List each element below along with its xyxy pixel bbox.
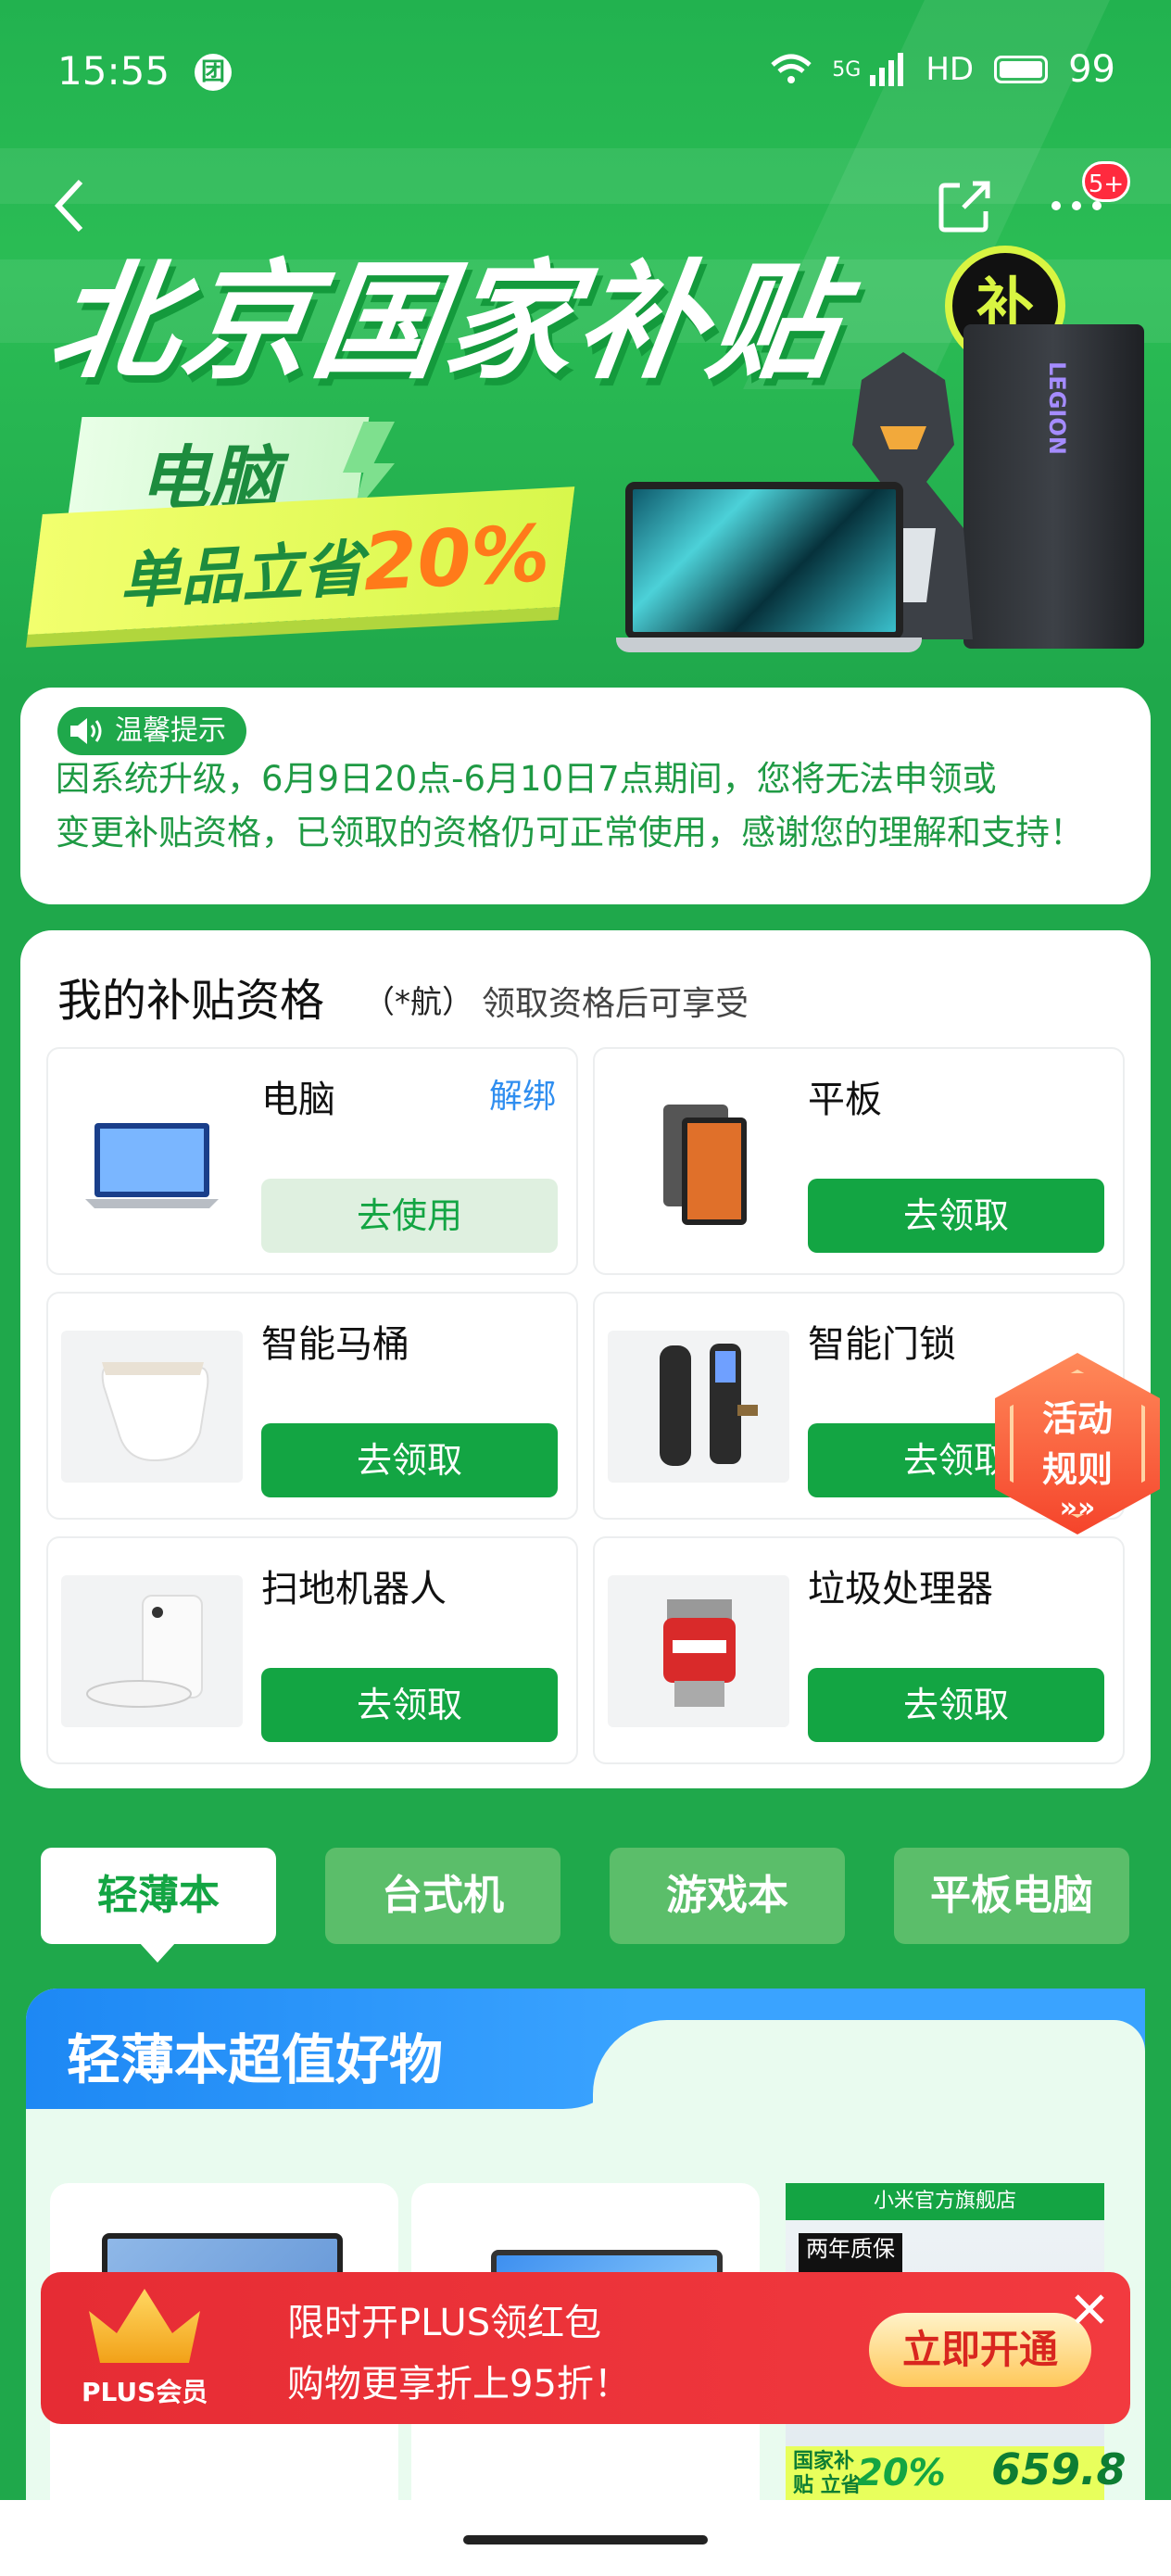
unbind-link[interactable]: 解绑 <box>489 1069 556 1118</box>
eligibility-item-tablet: 平板 去领取 <box>593 1047 1125 1275</box>
plus-line-2: 购物更享折上95折！ <box>287 2363 631 2406</box>
tab-tablet[interactable]: 平板电脑 <box>894 1848 1129 1944</box>
notice-line-1: 因系统升级，6月9日20点-6月10日7点期间，您将无法申领或 <box>56 759 997 799</box>
status-app-icon: 团 <box>195 54 232 91</box>
tab-gaming-laptop[interactable]: 游戏本 <box>610 1848 845 1944</box>
eligibility-item-smart-toilet: 智能马桶 去领取 <box>46 1292 578 1520</box>
share-icon <box>938 181 990 233</box>
network-label: 5G <box>832 57 862 82</box>
use-button[interactable]: 去使用 <box>261 1179 558 1253</box>
hd-label: HD <box>925 51 975 88</box>
tower-logo: LEGION <box>1044 361 1070 455</box>
lock-thumbnail <box>608 1331 789 1483</box>
eligibility-item-name: 智能门锁 <box>808 1323 956 1366</box>
eligibility-item-name: 平板 <box>808 1079 882 1121</box>
claim-button[interactable]: 去领取 <box>808 1668 1104 1742</box>
laptop-base <box>616 638 922 652</box>
computer-thumbnail <box>61 1086 243 1238</box>
status-indicators: 5G HD 99 <box>771 48 1115 91</box>
disposer-thumbnail <box>608 1575 789 1727</box>
subsidy-label: 国家补贴 立省 <box>793 2450 862 2497</box>
product-price: 659.8 <box>991 2444 1127 2494</box>
eligibility-title: 我的补贴资格 <box>57 975 325 1027</box>
plus-line-1: 限时开PLUS领红包 <box>287 2302 602 2344</box>
promo-header-curve <box>593 2020 1145 2113</box>
claim-button[interactable]: 去领取 <box>808 1179 1104 1253</box>
tablet-thumbnail <box>608 1086 789 1238</box>
banner-save-percent: 20% <box>360 507 552 609</box>
activate-plus-button[interactable]: 立即开通 <box>869 2313 1091 2387</box>
home-indicator[interactable] <box>463 2535 708 2544</box>
share-button[interactable] <box>936 176 1001 241</box>
notice-line-2: 变更补贴资格，已领取的资格仍可正常使用，感谢您的理解和支持！ <box>56 813 1084 852</box>
eligibility-item-robot-vacuum: 扫地机器人 去领取 <box>46 1536 578 1764</box>
toilet-thumbnail <box>61 1331 243 1483</box>
status-time: 15:55 <box>57 48 170 94</box>
eligibility-item-waste-disposer: 垃圾处理器 去领取 <box>593 1536 1125 1764</box>
close-button[interactable] <box>1069 2289 1110 2330</box>
tab-ultrabook[interactable]: 轻薄本 <box>41 1848 276 1944</box>
battery-level: 99 <box>1068 48 1115 91</box>
laptop-image <box>625 482 903 639</box>
claim-button[interactable]: 去领取 <box>261 1668 558 1742</box>
eligibility-item-computer: 电脑 解绑 去使用 <box>46 1047 578 1275</box>
subsidy-percent: 20% <box>857 2452 946 2494</box>
banner-title: 北京国家补贴 <box>41 247 852 397</box>
signal-icon <box>870 53 904 86</box>
eligibility-item-name: 垃圾处理器 <box>808 1568 993 1610</box>
eligibility-item-name: 智能马桶 <box>261 1323 409 1366</box>
wifi-icon <box>771 54 812 83</box>
eligibility-hint: 领取资格后可享受 <box>482 985 749 1023</box>
plus-member-label: PLUS会员 <box>82 2377 208 2407</box>
eligibility-item-name: 电脑 <box>261 1079 335 1121</box>
eligibility-title-note: （*航） <box>363 984 473 1021</box>
close-icon <box>1075 2294 1104 2324</box>
tab-desktop[interactable]: 台式机 <box>325 1848 560 1944</box>
promo-title: 轻薄本超值好物 <box>67 2028 444 2091</box>
banner-save-prefix: 单品立省 <box>117 533 366 618</box>
robot-vacuum-thumbnail <box>61 1575 243 1727</box>
store-name: 小米官方旗舰店 <box>786 2183 1104 2220</box>
notice-text: 因系统升级，6月9日20点-6月10日7点期间，您将无法申领或 变更补贴资格，已… <box>56 752 1149 860</box>
battery-icon <box>994 56 1049 83</box>
claim-button[interactable]: 去领取 <box>261 1423 558 1497</box>
message-badge: 5+ <box>1082 161 1130 202</box>
speaker-icon <box>69 716 106 746</box>
tab-pointer <box>139 1942 176 1963</box>
eligibility-item-name: 扫地机器人 <box>261 1568 447 1610</box>
